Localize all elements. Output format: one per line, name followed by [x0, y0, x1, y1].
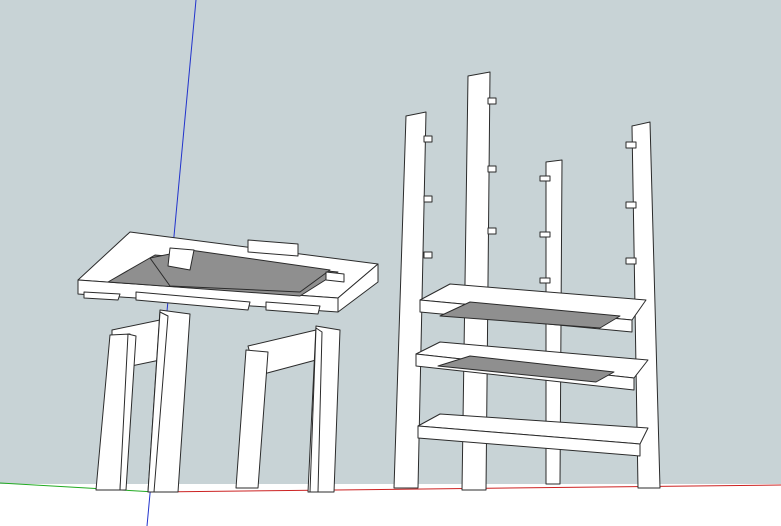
- 3d-scene[interactable]: [0, 0, 781, 526]
- modeling-viewport[interactable]: [0, 0, 781, 526]
